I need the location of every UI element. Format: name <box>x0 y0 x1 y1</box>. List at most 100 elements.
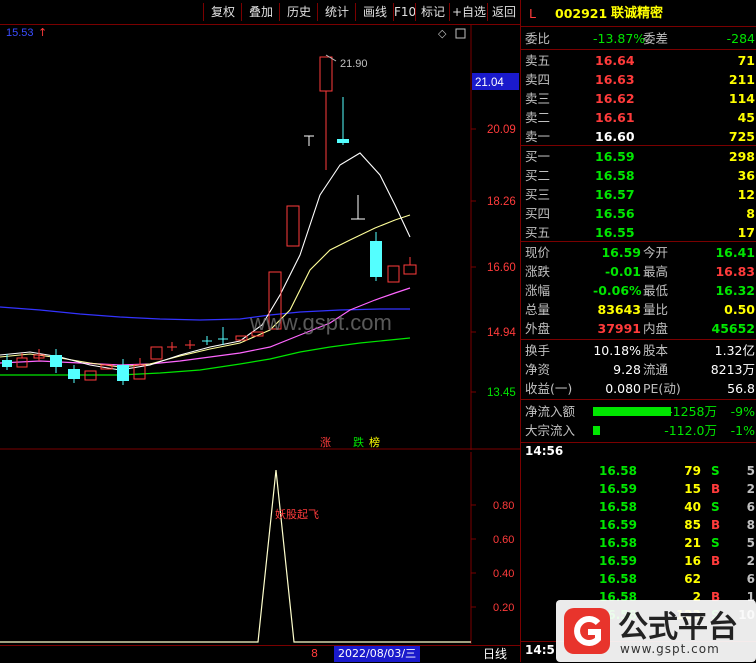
trade-side: B <box>711 518 721 532</box>
buy-price: 16.58 <box>595 168 635 183</box>
buy-label: 买一 <box>525 149 551 164</box>
trade-last-time: 14:5 <box>525 643 555 657</box>
quote-row: 外盘 37991 内盘 45652 <box>521 319 756 338</box>
watermark: www.gspt.com <box>249 310 392 335</box>
trade-side: S <box>711 500 720 514</box>
buy-volume: 12 <box>737 187 755 202</box>
trade-volume: 16 <box>684 554 701 568</box>
chart-toolbar: 复权 叠加 历史 统计 画线 F10 标记 +自选 返回 <box>0 0 520 25</box>
legend-zhang[interactable]: 涨 <box>320 436 331 449</box>
stats-label: 收益(一) <box>525 381 573 396</box>
buy-row[interactable]: 买三 16.57 12 <box>521 185 756 204</box>
kline-chart[interactable]: 15.53 ↑ ◇ 21.04 20.09 18.26 16.60 14.94 … <box>0 25 520 450</box>
buy-row[interactable]: 买四 16.56 8 <box>521 204 756 223</box>
f10-button[interactable]: F10 <box>393 3 416 21</box>
chart-bottom-bar: 8 2022/08/03/三 日线 <box>0 645 520 663</box>
stats-button[interactable]: 统计 <box>317 3 356 21</box>
quote-row: 现价 16.59 今开 16.41 <box>521 243 756 262</box>
quote-value: 16.59 <box>601 245 641 260</box>
stats-value: 8213万 <box>710 362 755 377</box>
weicha-value: -284 <box>726 31 755 46</box>
buy-row[interactable]: 买二 16.58 36 <box>521 166 756 185</box>
stats-value: 9.28 <box>613 362 641 377</box>
period-selector[interactable]: 日线 <box>483 646 507 662</box>
stats-row: 换手 10.18% 股本 1.32亿 <box>521 341 756 360</box>
buy-row[interactable]: 买一 16.59 298 <box>521 147 756 166</box>
price-label-18.26: 18.26 <box>487 196 516 208</box>
candles <box>2 56 417 385</box>
trade-price: 16.59 <box>599 482 637 496</box>
stats-value: 10.18% <box>593 343 641 358</box>
trade-volume: 40 <box>684 500 701 514</box>
overlay-button[interactable]: 叠加 <box>241 3 280 21</box>
box-icon[interactable] <box>455 28 466 39</box>
trade-count: 6 <box>746 572 755 586</box>
buy-label: 买二 <box>525 168 551 183</box>
mark-button[interactable]: 标记 <box>415 3 450 21</box>
quote-value: 37991 <box>597 321 642 336</box>
stats-label: 净资 <box>525 362 551 377</box>
trade-volume: 79 <box>684 464 701 478</box>
trade-tick-row: 16.58 62 6 <box>521 570 756 588</box>
trade-tick-row: 16.58 79 S 5 <box>521 462 756 480</box>
quote-label: 外盘 <box>525 321 551 336</box>
net-flow-row: 净流入额 -1258万 -9% <box>525 404 755 419</box>
trade-volume: 85 <box>684 518 701 532</box>
buy-volume: 36 <box>737 168 755 183</box>
sell-price: 16.64 <box>595 53 635 68</box>
level-0.40: 0.40 <box>493 568 514 580</box>
level-0.80: 0.80 <box>493 500 514 512</box>
sell-label: 卖四 <box>525 72 551 87</box>
sell-volume: 211 <box>728 72 755 87</box>
big-flow-bar <box>593 426 600 435</box>
quote-row: 总量 83643 量比 0.50 <box>521 300 756 319</box>
price-label-20.09: 20.09 <box>487 124 516 136</box>
cursor-date: 2022/08/03/三 <box>334 646 421 662</box>
sell-price: 16.60 <box>595 129 635 144</box>
sell-volume: 725 <box>728 129 755 144</box>
level-0.20: 0.20 <box>493 602 514 614</box>
trade-tick-row: 16.59 85 B 8 <box>521 516 756 534</box>
indicator-chart[interactable]: 0.80 0.60 0.40 0.20 妖股起飞 <box>0 452 520 644</box>
high-marker <box>325 54 337 62</box>
back-button[interactable]: 返回 <box>487 3 520 21</box>
logo-url: www.gspt.com <box>620 642 720 656</box>
trade-count: 8 <box>746 518 755 532</box>
buy-row[interactable]: 买五 16.55 17 <box>521 223 756 242</box>
current-price-tag-text: 21.04 <box>475 77 504 89</box>
legend-bang[interactable]: 榜 <box>369 435 380 449</box>
trade-side: S <box>711 464 720 478</box>
quote-label: 内盘 <box>643 321 669 336</box>
sell-label: 卖二 <box>525 110 551 125</box>
mode-label: L <box>529 6 536 21</box>
sell-row[interactable]: 卖三 16.62 114 <box>521 89 756 108</box>
sell-row[interactable]: 卖五 16.64 71 <box>521 51 756 70</box>
sell-row[interactable]: 卖二 16.61 45 <box>521 108 756 127</box>
fuquan-button[interactable]: 复权 <box>203 3 242 21</box>
add-watchlist-button[interactable]: +自选 <box>449 3 488 21</box>
trade-count: 2 <box>746 554 755 568</box>
stock-name: 联诚精密 <box>611 6 664 21</box>
trade-time: 14:56 <box>525 444 564 458</box>
price-label-16.60: 16.60 <box>487 262 516 274</box>
bottom-left-digit: 8 <box>311 647 318 660</box>
big-flow-row: 大宗流入 -112.0万 -1% <box>525 423 755 438</box>
price-label-13.45: 13.45 <box>487 387 516 399</box>
draw-line-button[interactable]: 画线 <box>355 3 394 21</box>
history-button[interactable]: 历史 <box>279 3 318 21</box>
buy-label: 买四 <box>525 206 551 221</box>
diamond-icon[interactable]: ◇ <box>438 27 447 40</box>
legend-die[interactable]: 跌 <box>353 435 364 449</box>
sell-row[interactable]: 卖四 16.63 211 <box>521 70 756 89</box>
sell-row[interactable]: 卖一 16.60 725 <box>521 127 756 146</box>
stats-row: 净资 9.28 流通 8213万 <box>521 360 756 379</box>
quote-label: 量比 <box>643 302 669 317</box>
buy-price: 16.59 <box>595 149 635 164</box>
quote-value: -0.01 <box>604 264 641 279</box>
indicator-annotation: 妖股起飞 <box>275 507 319 521</box>
buy-volume: 8 <box>746 206 755 221</box>
logo-text: 公式平台 <box>618 610 738 645</box>
sell-volume: 114 <box>728 91 755 106</box>
buy-price: 16.56 <box>595 206 635 221</box>
trade-tick-row: 16.59 15 B 2 <box>521 480 756 498</box>
